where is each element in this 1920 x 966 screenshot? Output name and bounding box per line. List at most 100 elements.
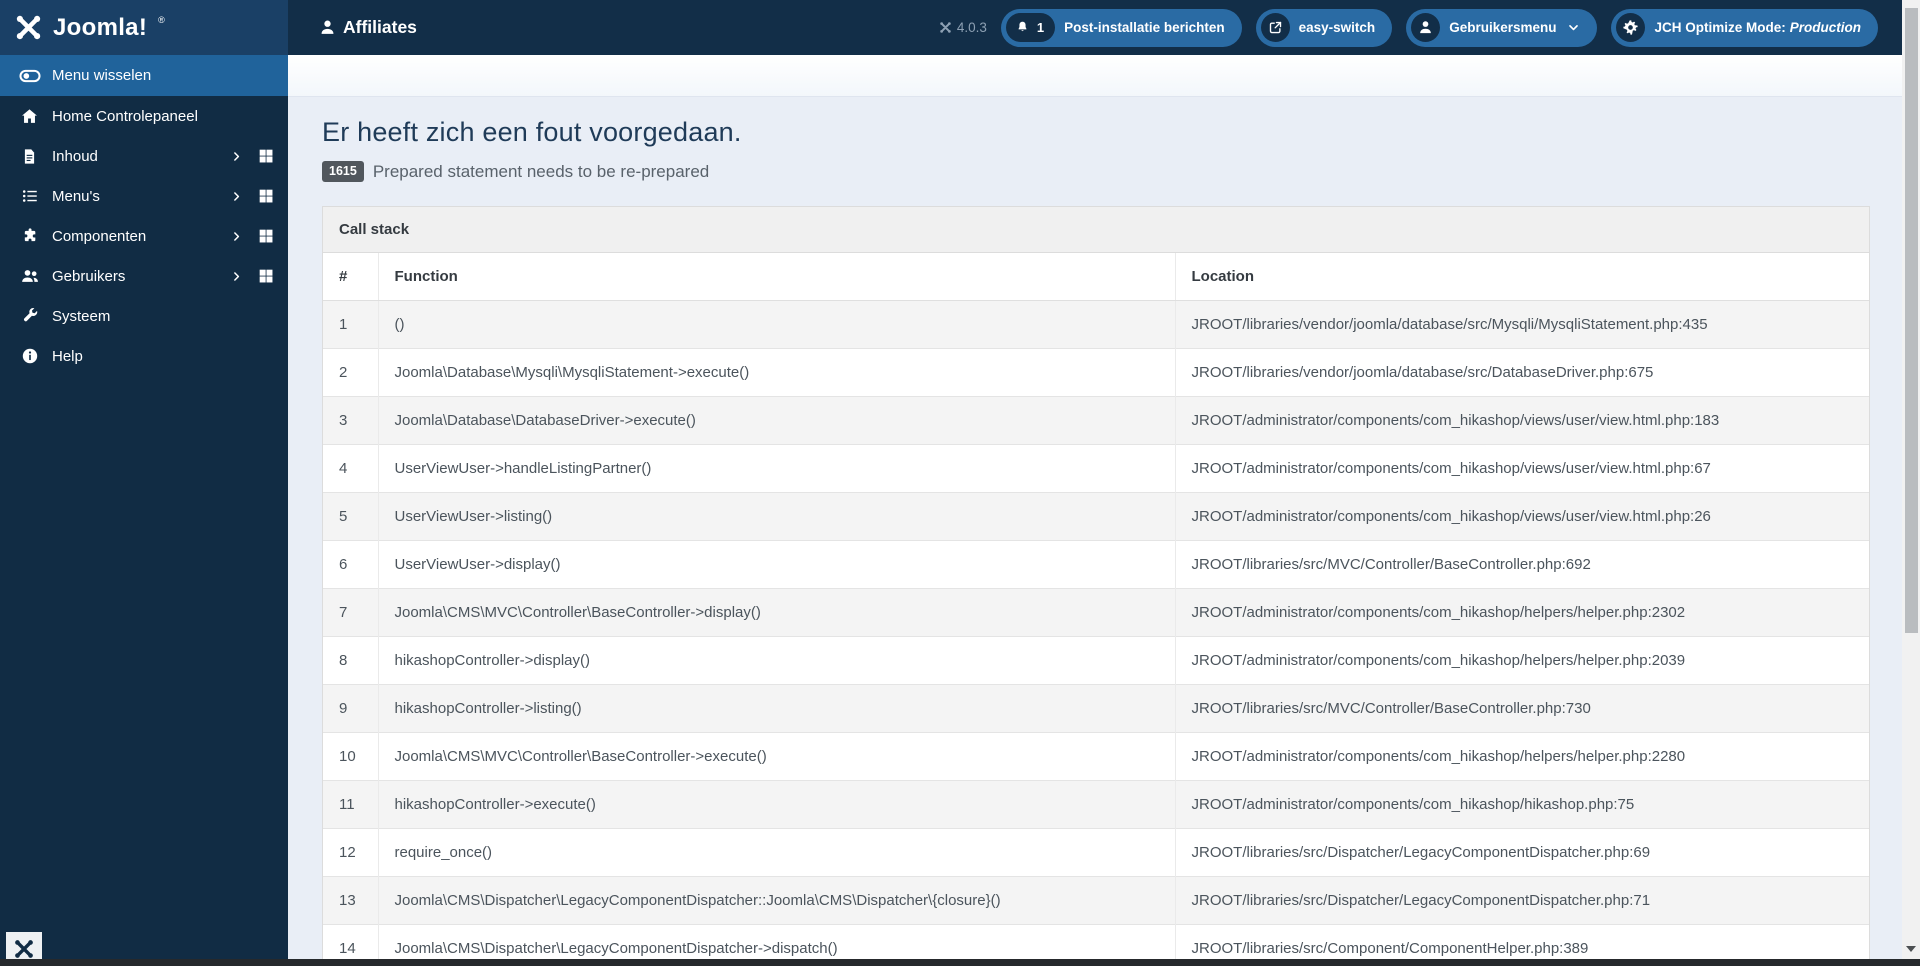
sidebar-item-label: Inhoud [52, 147, 98, 165]
user-menu-button[interactable]: Gebruikersmenu [1406, 8, 1598, 47]
row-location: JROOT/administrator/components/com_hikas… [1175, 636, 1869, 685]
row-location: JROOT/administrator/components/com_hikas… [1175, 588, 1869, 637]
row-number: 11 [323, 780, 379, 829]
row-location: JROOT/administrator/components/com_hikas… [1175, 780, 1869, 829]
vertical-scrollbar[interactable] [1902, 0, 1920, 959]
error-message: Prepared statement needs to be re-prepar… [372, 161, 710, 181]
badge-count: 1 [1036, 20, 1045, 35]
external-link-icon [1260, 13, 1290, 42]
sidebar-item-label: Systeem [52, 307, 111, 325]
sidebar-item-label: Menu's [52, 187, 100, 205]
table-row: 2 Joomla\Database\Mysqli\MysqliStatement… [323, 348, 1869, 397]
table-row: 13 Joomla\CMS\Dispatcher\LegacyComponent… [323, 876, 1869, 925]
grid-icon[interactable] [258, 228, 274, 244]
admin-header: Affiliates 4.0.3 1 Post-installatie beri… [288, 0, 1902, 55]
bell-icon [1015, 20, 1030, 35]
joomla-wordmark: Joomla! [53, 13, 148, 41]
scrollbar-down-button[interactable] [1902, 942, 1920, 956]
table-row: 11 hikashopController->execute() JROOT/a… [323, 780, 1869, 829]
row-location: JROOT/libraries/src/MVC/Controller/BaseC… [1175, 684, 1869, 733]
row-function: hikashopController->listing() [378, 684, 1176, 733]
button-label: easy-switch [1298, 20, 1376, 35]
users-icon [16, 266, 43, 286]
row-number: 2 [323, 348, 379, 397]
sidebar-item-home[interactable]: Home Controlepaneel [0, 96, 288, 136]
sidebar-item-componenten[interactable]: Componenten [0, 216, 288, 256]
document-icon [16, 148, 43, 165]
scrollbar-thumb[interactable] [1905, 8, 1918, 633]
main-content: Er heeft zich een fout voorgedaan. 1615 … [288, 55, 1902, 966]
row-function: Joomla\CMS\MVC\Controller\BaseController… [378, 588, 1176, 637]
person-icon [318, 18, 337, 37]
chevron-right-icon[interactable] [230, 190, 243, 203]
table-row: 6 UserViewUser->display() JROOT/librarie… [323, 540, 1869, 589]
sidebar-item-label: Componenten [52, 227, 147, 245]
row-function: UserViewUser->handleListingPartner() [378, 444, 1176, 493]
table-row: 5 UserViewUser->listing() JROOT/administ… [323, 492, 1869, 541]
error-heading: Er heeft zich een fout voorgedaan. [322, 117, 742, 147]
row-location: JROOT/administrator/components/com_hikas… [1175, 444, 1869, 493]
row-function: UserViewUser->display() [378, 540, 1176, 589]
column-header-number: # [323, 253, 379, 301]
toolbar-area [288, 55, 1902, 97]
easy-switch-button[interactable]: easy-switch [1255, 8, 1393, 47]
chevron-right-icon[interactable] [230, 270, 243, 283]
table-row: 7 Joomla\CMS\MVC\Controller\BaseControll… [323, 588, 1869, 637]
page-title: Affiliates [318, 17, 417, 38]
notification-badge: 1 [1005, 13, 1056, 42]
button-label: Post-installatie berichten [1064, 20, 1225, 35]
sidebar-item-menus[interactable]: Menu's [0, 176, 288, 216]
sidebar-item-systeem[interactable]: Systeem [0, 296, 288, 336]
sidebar-item-label: Home Controlepaneel [52, 107, 198, 125]
row-number: 10 [323, 732, 379, 781]
row-number: 12 [323, 828, 379, 877]
row-function: hikashopController->execute() [378, 780, 1176, 829]
row-number: 7 [323, 588, 379, 637]
window-bottom-edge [0, 959, 1920, 966]
row-location: JROOT/libraries/src/Dispatcher/LegacyCom… [1175, 876, 1869, 925]
row-number: 9 [323, 684, 379, 733]
sidebar-item-help[interactable]: Help [0, 336, 288, 376]
table-header-row: # Function Location [323, 253, 1869, 301]
toggle-icon [16, 65, 43, 87]
sidebar-item-gebruikers[interactable]: Gebruikers [0, 256, 288, 296]
sidebar-nav: Menu wisselen Home Controlepaneel Inhoud… [0, 55, 288, 376]
sidebar-item-label: Menu wisselen [52, 67, 152, 84]
row-location: JROOT/libraries/vendor/joomla/database/s… [1175, 300, 1869, 349]
sidebar-item-menu-wisselen[interactable]: Menu wisselen [0, 55, 288, 96]
call-stack-card: Call stack # Function Location 1 () JROO… [322, 206, 1870, 966]
row-location: JROOT/libraries/src/MVC/Controller/BaseC… [1175, 540, 1869, 589]
table-row: 8 hikashopController->display() JROOT/ad… [323, 636, 1869, 685]
row-function: UserViewUser->listing() [378, 492, 1176, 541]
joomla-logo[interactable]: Joomla! ® [0, 0, 288, 55]
row-location: JROOT/administrator/components/com_hikas… [1175, 732, 1869, 781]
error-subline: 1615 Prepared statement needs to be re-p… [322, 161, 1870, 182]
row-function: Joomla\CMS\Dispatcher\LegacyComponentDis… [378, 876, 1176, 925]
chevron-right-icon[interactable] [230, 150, 243, 163]
jch-optimize-mode-button[interactable]: JCH Optimize Mode: Production [1611, 8, 1878, 47]
error-page: Er heeft zich een fout voorgedaan. 1615 … [288, 97, 1902, 966]
row-function: Joomla\CMS\MVC\Controller\BaseController… [378, 732, 1176, 781]
grid-icon[interactable] [258, 268, 274, 284]
row-function: Joomla\Database\DatabaseDriver->execute(… [378, 396, 1176, 445]
puzzle-icon [16, 227, 43, 245]
post-installation-messages-button[interactable]: 1 Post-installatie berichten [1000, 8, 1242, 47]
row-number: 8 [323, 636, 379, 685]
chevron-right-icon[interactable] [230, 230, 243, 243]
row-function: () [378, 300, 1176, 349]
grid-icon[interactable] [258, 188, 274, 204]
chevron-down-icon [1567, 21, 1580, 34]
row-number: 6 [323, 540, 379, 589]
grid-icon[interactable] [258, 148, 274, 164]
table-row: 12 require_once() JROOT/libraries/src/Di… [323, 828, 1869, 877]
page-title-text: Affiliates [343, 17, 417, 37]
list-icon [16, 187, 43, 205]
row-location: JROOT/administrator/components/com_hikas… [1175, 492, 1869, 541]
sidebar-item-label: Gebruikers [52, 267, 126, 285]
table-row: 1 () JROOT/libraries/vendor/joomla/datab… [323, 300, 1869, 349]
sidebar-item-inhoud[interactable]: Inhoud [0, 136, 288, 176]
row-number: 5 [323, 492, 379, 541]
joomla-mini-icon [13, 938, 35, 960]
row-location: JROOT/libraries/src/Dispatcher/LegacyCom… [1175, 828, 1869, 877]
call-stack-title: Call stack [323, 207, 1869, 253]
